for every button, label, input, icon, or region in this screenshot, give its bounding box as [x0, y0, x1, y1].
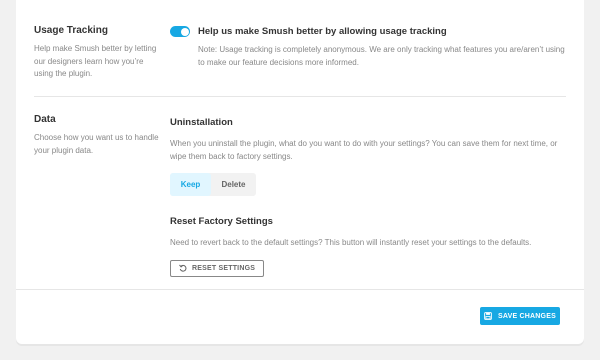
footer-divider — [16, 289, 584, 290]
usage-tracking-toggle[interactable] — [170, 26, 190, 37]
usage-tracking-content: Help us make Smush better by allowing us… — [170, 26, 570, 69]
toggle-knob — [180, 27, 189, 36]
data-description: Choose how you want us to handle your pl… — [34, 133, 159, 155]
reset-block: Reset Factory Settings Need to revert ba… — [170, 216, 570, 277]
uninstallation-segmented-control: Keep Delete — [170, 173, 256, 196]
usage-tracking-section: Usage Tracking Help make Smush better by… — [16, 0, 584, 96]
data-section: Data Choose how you want us to handle yo… — [16, 97, 584, 289]
reset-settings-label: RESET SETTINGS — [192, 264, 256, 272]
save-changes-button[interactable]: SAVE CHANGES — [480, 307, 560, 325]
reset-description: Need to revert back to the default setti… — [170, 238, 532, 247]
reset-title: Reset Factory Settings — [170, 216, 273, 227]
usage-tracking-toggle-label[interactable]: Help us make Smush better by allowing us… — [198, 26, 447, 37]
data-label-column: Data Choose how you want us to handle yo… — [34, 114, 164, 157]
data-content: Uninstallation When you uninstall the pl… — [170, 117, 570, 277]
usage-tracking-description: Help make Smush better by letting our de… — [34, 44, 157, 78]
usage-tracking-note: Note: Usage tracking is completely anony… — [198, 45, 565, 67]
usage-tracking-label-column: Usage Tracking Help make Smush better by… — [34, 25, 164, 81]
settings-panel: Usage Tracking Help make Smush better by… — [16, 0, 584, 344]
reset-settings-button[interactable]: RESET SETTINGS — [170, 259, 265, 277]
uninstallation-block: Uninstallation When you uninstall the pl… — [170, 117, 570, 196]
usage-tracking-toggle-row: Help us make Smush better by allowing us… — [170, 26, 570, 37]
uninstallation-description: When you uninstall the plugin, what do y… — [170, 139, 558, 161]
save-changes-label: SAVE CHANGES — [498, 312, 556, 320]
usage-tracking-title: Usage Tracking — [34, 25, 108, 36]
uninstallation-title: Uninstallation — [170, 117, 233, 128]
save-icon — [484, 312, 492, 320]
delete-option-button[interactable]: Delete — [211, 173, 256, 196]
undo-icon — [179, 264, 187, 272]
keep-option-button[interactable]: Keep — [170, 173, 211, 196]
data-title: Data — [34, 114, 56, 125]
